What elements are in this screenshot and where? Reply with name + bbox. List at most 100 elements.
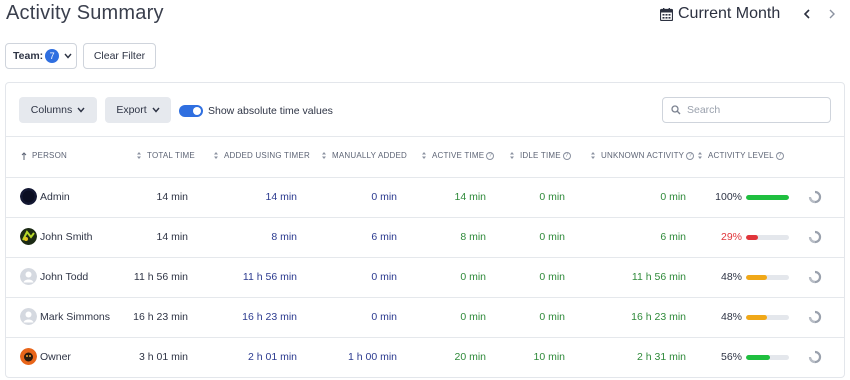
active-time-cell: 0 min [460, 271, 486, 283]
person-name: Mark Simmons [40, 310, 111, 323]
table-row[interactable]: Mark Simmons 16 h 23 min 16 h 23 min 0 min 0… [6, 297, 844, 337]
idle-time-cell: 0 min [539, 191, 565, 203]
column-header-total-label: Total Time [147, 151, 195, 160]
sort-icon [698, 152, 702, 159]
person-name: Owner [40, 350, 71, 363]
activity-level-percent: 48% [720, 271, 742, 283]
column-header-unknown-label: Unknown Activity [601, 151, 685, 160]
refresh-icon[interactable] [808, 350, 822, 364]
refresh-icon[interactable] [808, 230, 822, 244]
table-row[interactable]: John Todd 11 h 56 min 11 h 56 min 0 min 0 mi… [6, 257, 844, 297]
activity-level-bar [746, 275, 789, 280]
table-row[interactable]: John Smith 14 min 8 min 6 min 8 min 0 min 6 mi… [6, 217, 844, 257]
total-time-cell: 14 min [156, 191, 188, 203]
chevron-down-icon [77, 107, 85, 113]
avatar [20, 228, 37, 245]
unknown-activity-cell: 2 h 31 min [636, 351, 686, 363]
idle-time-cell: 0 min [539, 271, 565, 283]
active-time-cell: 8 min [460, 231, 486, 243]
column-header-idle[interactable]: Idle Time ? [509, 151, 571, 160]
sort-icon [137, 152, 141, 159]
row-divider [6, 177, 844, 178]
person-cell[interactable]: Mark Simmons [20, 308, 110, 325]
search-icon [671, 105, 681, 115]
team-count-badge: 7 [45, 49, 60, 63]
activity-level-fill [746, 195, 789, 200]
person-name: Admin [40, 190, 70, 203]
column-header-total[interactable]: Total Time [136, 151, 195, 160]
timer-time-cell: 8 min [271, 231, 297, 243]
info-icon[interactable]: ? [775, 151, 784, 160]
info-icon[interactable]: ? [486, 151, 495, 160]
activity-level-bar [746, 235, 789, 240]
sort-icon [591, 152, 595, 159]
calendar-icon [660, 7, 673, 21]
total-time-cell: 14 min [156, 231, 188, 243]
search-box[interactable] [662, 97, 831, 123]
toolbar-divider [6, 136, 844, 137]
timer-time-cell: 16 h 23 min [242, 311, 297, 323]
person-name: John Todd [40, 270, 89, 283]
period-selector[interactable]: Current Month [660, 5, 780, 23]
page-title: Activity Summary [6, 2, 164, 24]
timer-time-cell: 2 h 01 min [247, 351, 297, 363]
team-filter-label: Team: [13, 50, 44, 62]
activity-level-fill [746, 275, 767, 280]
activity-level-percent: 48% [720, 311, 742, 323]
search-input[interactable] [687, 104, 817, 116]
column-header-idle-label: Idle Time [520, 151, 561, 160]
person-cell[interactable]: John Smith [20, 228, 93, 245]
absolute-time-toggle[interactable] [179, 105, 203, 117]
info-icon[interactable]: ? [562, 151, 571, 160]
column-header-manual-label: Manually Added [332, 151, 407, 160]
column-header-unknown[interactable]: Unknown Activity ? [590, 151, 695, 160]
chevron-down-icon [152, 107, 160, 113]
period-label: Current Month [678, 5, 781, 22]
activity-level-bar [746, 355, 789, 360]
activity-level-percent: 100% [715, 191, 742, 203]
activity-level-fill [746, 355, 771, 360]
sort-icon [214, 152, 218, 159]
column-header-timer[interactable]: Added Using Timer [213, 151, 310, 160]
row-divider [6, 217, 844, 218]
total-time-cell: 11 h 56 min [133, 271, 188, 283]
idle-time-cell: 0 min [539, 231, 565, 243]
refresh-icon[interactable] [808, 310, 822, 324]
column-header-level-label: Activity Level [708, 151, 774, 160]
sort-icon [510, 152, 514, 159]
manual-time-cell: 0 min [371, 191, 397, 203]
activity-level-fill [746, 235, 759, 240]
column-header-person-label: Person [32, 151, 67, 160]
manual-time-cell: 0 min [371, 271, 397, 283]
absolute-time-label: Show absolute time values [208, 105, 333, 117]
column-header-level[interactable]: Activity Level ? [697, 151, 784, 160]
idle-time-cell: 10 min [533, 351, 565, 363]
row-divider [6, 337, 844, 338]
column-header-active-label: Active Time [432, 151, 485, 160]
table-row[interactable]: Owner 3 h 01 min 2 h 01 min 1 h 00 min 20 mi… [6, 337, 844, 377]
refresh-icon[interactable] [808, 270, 822, 284]
person-cell[interactable]: John Todd [20, 268, 88, 285]
activity-level-percent: 56% [720, 351, 742, 363]
prev-period-button[interactable] [800, 6, 814, 22]
clear-filter-button[interactable]: Clear Filter [83, 43, 156, 69]
refresh-icon[interactable] [808, 190, 822, 204]
person-name: John Smith [40, 230, 93, 243]
activity-table-card: Columns Export Show absolute time values… [5, 82, 845, 378]
info-icon[interactable]: ? [686, 151, 695, 160]
unknown-activity-cell: 16 h 23 min [631, 311, 686, 323]
manual-time-cell: 0 min [371, 311, 397, 323]
columns-button[interactable]: Columns [19, 97, 97, 123]
table-row[interactable]: Admin 14 min 14 min 0 min 14 min 0 min 0 min 10… [6, 177, 844, 217]
column-header-person[interactable]: Person [21, 151, 67, 160]
column-header-manual[interactable]: Manually Added [321, 151, 407, 160]
next-period-button[interactable] [825, 6, 839, 22]
avatar [20, 308, 37, 325]
activity-level-fill [746, 315, 767, 320]
team-filter-button[interactable]: Team: 7 [5, 43, 77, 69]
person-cell[interactable]: Owner [20, 348, 71, 365]
column-header-active[interactable]: Active Time ? [421, 151, 495, 160]
active-time-cell: 14 min [454, 191, 486, 203]
export-button[interactable]: Export [105, 97, 171, 123]
person-cell[interactable]: Admin [20, 188, 70, 205]
